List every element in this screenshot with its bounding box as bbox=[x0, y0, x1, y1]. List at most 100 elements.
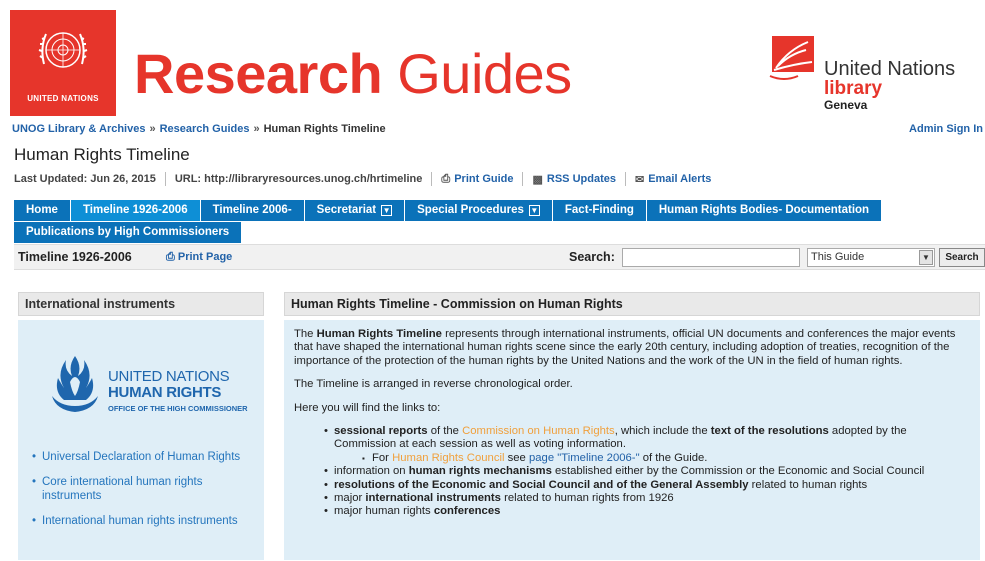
list-item-udhr[interactable]: Universal Declaration of Human Rights bbox=[32, 450, 254, 464]
research-guides-title[interactable]: Research Guides bbox=[134, 44, 572, 104]
url-value: http://libraryresources.unog.ch/hrtimeli… bbox=[204, 173, 423, 185]
divider bbox=[624, 172, 626, 186]
links-intro: Here you will find the links to: bbox=[294, 401, 441, 414]
library-line2: library bbox=[824, 78, 883, 99]
hrc-link[interactable]: Human Rights Council bbox=[392, 452, 504, 464]
un-library-logo[interactable]: United Nations library Geneva bbox=[768, 30, 983, 116]
list-item: major human rights conferences bbox=[324, 505, 970, 519]
tab-human-rights-bodies[interactable]: Human Rights Bodies- Documentation bbox=[646, 200, 883, 221]
title-rest: Guides bbox=[397, 42, 572, 105]
bold-text: Human Rights Timeline bbox=[316, 328, 442, 340]
tab-special-procedures[interactable]: Special Procedures ▼ bbox=[405, 200, 553, 221]
tab-label: Human Rights Bodies- Documentation bbox=[658, 204, 870, 216]
printer-icon: ⎙ bbox=[441, 172, 451, 185]
tab-fact-finding[interactable]: Fact-Finding bbox=[552, 200, 647, 221]
text: related to human rights bbox=[751, 478, 868, 491]
print-guide-link[interactable]: ⎙ Print Guide bbox=[441, 173, 513, 186]
list-item-core-instruments[interactable]: Core international human rights instrume… bbox=[32, 475, 254, 503]
rss-icon: ▩ bbox=[532, 173, 543, 186]
tab-timeline-2006[interactable]: Timeline 2006- bbox=[200, 200, 305, 221]
search-button[interactable]: Search bbox=[939, 248, 985, 267]
tab-home[interactable]: Home bbox=[14, 200, 71, 221]
search-scope-value: This Guide bbox=[811, 251, 865, 263]
print-guide-label: Print Guide bbox=[454, 173, 514, 185]
text: see bbox=[507, 451, 526, 464]
breadcrumb-library[interactable]: UNOG Library & Archives bbox=[12, 123, 145, 135]
list-item: resolutions of the Economic and Social C… bbox=[324, 478, 970, 493]
un-emblem-icon bbox=[38, 32, 88, 68]
text: major bbox=[334, 492, 363, 505]
library-flag-icon bbox=[769, 36, 814, 80]
bold-text: sessional reports bbox=[334, 425, 428, 438]
list-item: For Human Rights Council see page "Timel… bbox=[362, 451, 970, 466]
order-paragraph: The Timeline is arranged in reverse chro… bbox=[294, 378, 573, 391]
email-alerts-link[interactable]: ✉ Email Alerts bbox=[635, 173, 711, 186]
breadcrumb-separator: » bbox=[253, 123, 260, 135]
left-box-header: International instruments bbox=[18, 292, 264, 316]
dropdown-arrow-icon[interactable]: ▼ bbox=[528, 205, 540, 216]
sub-list: For Human Rights Council see page "Timel… bbox=[362, 451, 970, 466]
bold-text: text of the resolutions bbox=[710, 425, 829, 438]
guide-meta: Last Updated: Jun 26, 2015 URL: http://l… bbox=[14, 172, 711, 186]
text: For bbox=[372, 451, 389, 464]
divider bbox=[431, 172, 433, 186]
list-item: major international instruments related … bbox=[324, 492, 970, 506]
tab-label: Secretariat bbox=[316, 204, 377, 216]
main-box-header: Human Rights Timeline - Commission on Hu… bbox=[284, 292, 980, 316]
text: information on bbox=[334, 465, 406, 478]
text: related to human rights from 1926 bbox=[504, 492, 674, 505]
tab-label: Home bbox=[26, 204, 58, 216]
tab-row-1: Home Timeline 1926-2006 Timeline 2006- S… bbox=[14, 200, 974, 221]
breadcrumb-research-guides[interactable]: Research Guides bbox=[160, 123, 250, 135]
printer-icon: ⎙ bbox=[166, 251, 175, 263]
bold-text: international instruments bbox=[365, 492, 501, 505]
library-line3: Geneva bbox=[824, 98, 868, 112]
tab-label: Fact-Finding bbox=[564, 204, 634, 216]
tab-publications-high-commissioners[interactable]: Publications by High Commissioners bbox=[14, 222, 243, 243]
un-logo[interactable]: UNITED NATIONS bbox=[10, 10, 116, 116]
guide-tabs: Home Timeline 1926-2006 Timeline 2006- S… bbox=[14, 200, 974, 243]
ohchr-logo[interactable]: UNITED NATIONS HUMAN RIGHTS OFFICE OF TH… bbox=[46, 346, 248, 416]
breadcrumb-current: Human Rights Timeline bbox=[263, 123, 386, 135]
text: , which include the bbox=[614, 425, 708, 438]
text: of the bbox=[430, 425, 459, 438]
timeline-2006-link[interactable]: page "Timeline 2006-" bbox=[529, 452, 640, 464]
flame-hands-icon bbox=[52, 356, 98, 412]
text: major human rights bbox=[334, 505, 431, 518]
intro-paragraph: The Human Rights Timeline represents thr… bbox=[294, 328, 970, 368]
un-logo-text: UNITED NATIONS bbox=[27, 94, 99, 103]
print-page-link[interactable]: ⎙ Print Page bbox=[166, 251, 232, 264]
instruments-list: Universal Declaration of Human Rights Co… bbox=[32, 450, 254, 539]
search-label: Search: bbox=[569, 250, 615, 264]
ohchr-line3: OFFICE OF THE HIGH COMMISSIONER bbox=[108, 404, 248, 413]
chevron-down-icon[interactable]: ▼ bbox=[919, 250, 933, 265]
admin-sign-in-link[interactable]: Admin Sign In bbox=[909, 123, 983, 135]
title-bold: Research bbox=[134, 42, 383, 105]
tab-secretariat[interactable]: Secretariat ▼ bbox=[304, 200, 406, 221]
breadcrumb: UNOG Library & Archives» Research Guides»… bbox=[12, 123, 386, 135]
list-item: information on human rights mechanisms e… bbox=[324, 465, 970, 479]
breadcrumb-separator: » bbox=[149, 123, 156, 135]
bold-text: human rights mechanisms bbox=[408, 465, 552, 478]
divider bbox=[522, 172, 524, 186]
tab-label: Timeline 1926-2006 bbox=[82, 204, 188, 216]
bold-text: resolutions of the Economic and Social C… bbox=[334, 478, 749, 491]
dropdown-arrow-icon[interactable]: ▼ bbox=[381, 205, 393, 216]
tab-label: Special Procedures bbox=[417, 204, 524, 216]
commission-link[interactable]: Commission on Human Rights bbox=[462, 425, 615, 437]
search-input[interactable] bbox=[622, 248, 800, 267]
main-box: The Human Rights Timeline represents thr… bbox=[284, 320, 980, 560]
links-list: sessional reports of the Commission on H… bbox=[324, 425, 970, 519]
section-title: Timeline 1926-2006 bbox=[18, 250, 132, 264]
list-item-international-instruments[interactable]: International human rights instruments bbox=[32, 514, 254, 528]
search-scope-select[interactable]: This Guide ▼ bbox=[807, 248, 935, 267]
rss-updates-link[interactable]: ▩ RSS Updates bbox=[532, 173, 615, 186]
print-page-label: Print Page bbox=[177, 251, 233, 263]
tab-row-2: Publications by High Commissioners bbox=[14, 222, 974, 243]
ohchr-line1: UNITED NATIONS bbox=[108, 368, 230, 385]
url-label: URL: bbox=[174, 173, 202, 185]
text: of the Guide. bbox=[642, 451, 708, 464]
tab-label: Publications by High Commissioners bbox=[26, 226, 230, 238]
tab-label: Timeline 2006- bbox=[212, 204, 292, 216]
tab-timeline-1926-2006[interactable]: Timeline 1926-2006 bbox=[70, 200, 201, 221]
